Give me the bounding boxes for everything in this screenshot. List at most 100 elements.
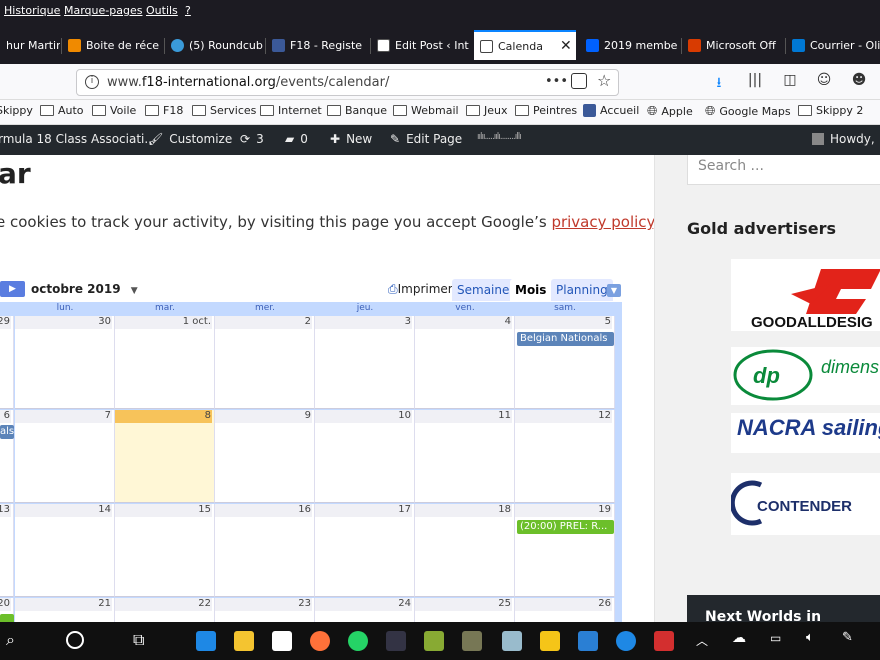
- calendar-day-cell[interactable]: 14: [15, 504, 115, 597]
- month-label[interactable]: octobre 2019 ▼: [31, 282, 138, 296]
- tab-2[interactable]: (5) Roundcub: [165, 30, 265, 60]
- volume-icon[interactable]: 🔈︎: [806, 630, 814, 645]
- event-prel-cont[interactable]: [0, 614, 14, 622]
- event-belgian-nationals[interactable]: Belgian Nationals: [517, 332, 614, 346]
- bookmark-skippy-2[interactable]: Skippy 2: [798, 104, 863, 117]
- search-icon[interactable]: ⌕: [6, 630, 15, 650]
- calendar-day-cell[interactable]: 3: [315, 316, 415, 409]
- calendar-day-cell[interactable]: 16: [215, 504, 315, 597]
- calendar-day-cell[interactable]: 2: [215, 316, 315, 409]
- calendar-day-cell[interactable]: 25: [415, 598, 515, 622]
- extension-icon[interactable]: ☻: [850, 72, 868, 88]
- app-icon-5[interactable]: [540, 631, 560, 651]
- menu-outils[interactable]: Outils: [146, 4, 178, 17]
- event-prel[interactable]: (20:00) PREL: R...: [517, 520, 614, 534]
- app-icon-3[interactable]: [462, 631, 482, 651]
- tab-6[interactable]: 2019 membe: [580, 30, 680, 60]
- tab-3[interactable]: F18 - Registe: [266, 30, 370, 60]
- bookmark-auto[interactable]: Auto: [40, 104, 84, 117]
- bookmark-star-icon[interactable]: ☆: [597, 71, 611, 90]
- bookmark-internet[interactable]: Internet: [260, 104, 322, 117]
- task-view-icon[interactable]: ⧉: [133, 630, 144, 650]
- wp-updates[interactable]: ⟳ 3: [240, 132, 264, 146]
- bookmark-peintres[interactable]: Peintres: [515, 104, 577, 117]
- calendar-day-cell[interactable]: 6: [0, 410, 14, 503]
- wp-site-name[interactable]: rmula 18 Class Associati...: [0, 132, 156, 146]
- wp-edit-page[interactable]: ✎ Edit Page: [390, 132, 462, 146]
- tab-planning[interactable]: Planning: [551, 279, 613, 301]
- next-worlds-widget[interactable]: Next Worlds in Formia: [687, 595, 880, 622]
- account-icon[interactable]: ☺: [815, 72, 833, 88]
- tray-chevron-icon[interactable]: ︿: [696, 632, 708, 649]
- tab-0[interactable]: hur Martin: [0, 30, 60, 60]
- cortana-icon[interactable]: [66, 631, 84, 649]
- calendar-day-cell[interactable]: 23: [215, 598, 315, 622]
- pen-icon[interactable]: ✎: [842, 630, 853, 645]
- menu-help[interactable]: ?: [185, 4, 191, 17]
- wp-comments[interactable]: ▰ 0: [285, 132, 308, 146]
- app-icon-7[interactable]: [616, 631, 636, 651]
- whatsapp-icon[interactable]: [348, 631, 368, 651]
- download-icon[interactable]: ⭳: [710, 72, 728, 96]
- acrobat-icon[interactable]: [654, 631, 674, 651]
- calendar-day-cell[interactable]: 24: [315, 598, 415, 622]
- next-month-button[interactable]: ▶: [0, 281, 25, 297]
- library-icon[interactable]: |||: [746, 72, 764, 88]
- app-icon-2[interactable]: [424, 631, 444, 651]
- app-icon-4[interactable]: [502, 631, 522, 651]
- url-bar[interactable]: i www.f18-international.org/events/calen…: [76, 69, 619, 96]
- ad-goodall[interactable]: GOODALLDESIG: [731, 259, 880, 331]
- info-icon[interactable]: i: [85, 75, 99, 89]
- calendar-day-cell[interactable]: 18: [415, 504, 515, 597]
- edge-icon[interactable]: [196, 631, 216, 651]
- calendar-day-cell[interactable]: 10: [315, 410, 415, 503]
- bookmark-services[interactable]: Services: [192, 104, 256, 117]
- wp-customize[interactable]: 🖌︎ Customize: [148, 132, 232, 146]
- calendar-day-cell[interactable]: 22: [115, 598, 215, 622]
- wp-new[interactable]: ✚ New: [330, 132, 372, 146]
- mail-icon[interactable]: [272, 631, 292, 651]
- sidebar-icon[interactable]: ◫: [781, 72, 799, 88]
- close-tab-icon[interactable]: ✕: [560, 38, 572, 54]
- menu-historique[interactable]: Historique: [4, 4, 60, 17]
- page-actions-icon[interactable]: •••: [545, 74, 568, 89]
- calendar-day-cell[interactable]: 21: [15, 598, 115, 622]
- view-menu-chevron-icon[interactable]: ▼: [607, 284, 621, 297]
- bookmark-banque[interactable]: Banque: [327, 104, 387, 117]
- ad-contender[interactable]: CONTENDER: [729, 473, 880, 535]
- calendar-day-cell[interactable]: 29: [0, 316, 14, 409]
- calendar-day-cell[interactable]: 4: [415, 316, 515, 409]
- calendar-day-cell[interactable]: 1 oct.: [115, 316, 215, 409]
- pocket-icon[interactable]: [571, 73, 587, 89]
- calendar-day-cell[interactable]: 15: [115, 504, 215, 597]
- calendar-day-cell[interactable]: 9: [215, 410, 315, 503]
- event-belgian-nationals-cont[interactable]: als: [0, 425, 14, 439]
- tab-4[interactable]: Edit Post ‹ Int: [371, 30, 473, 60]
- calendar-day-cell[interactable]: 5: [515, 316, 615, 409]
- app-icon-1[interactable]: [386, 631, 406, 651]
- calendar-day-cell[interactable]: 26: [515, 598, 615, 622]
- tab-7[interactable]: Microsoft Off: [682, 30, 784, 60]
- ad-dimension-polyant[interactable]: dp dimens polyant: [731, 347, 880, 405]
- calendar-day-cell[interactable]: 13: [0, 504, 14, 597]
- print-button[interactable]: ⎙Imprimer: [388, 282, 453, 297]
- calendar-day-cell[interactable]: 17: [315, 504, 415, 597]
- cloud-icon[interactable]: ☁: [732, 630, 746, 646]
- tab-semaine[interactable]: Semaine: [452, 279, 515, 301]
- bookmark-accueil[interactable]: Accueil: [583, 104, 639, 117]
- tab-8[interactable]: Courrier - Oli: [786, 30, 880, 60]
- bookmark-apple[interactable]: 🌐︎ Apple: [647, 104, 693, 119]
- bookmark-voile[interactable]: Voile: [92, 104, 136, 117]
- menu-marque-pages[interactable]: Marque-pages: [64, 4, 142, 17]
- ad-nacra[interactable]: NACRA sailing: [731, 413, 880, 453]
- calendar-day-cell[interactable]: 8: [115, 410, 215, 503]
- calendar-day-cell[interactable]: 30: [15, 316, 115, 409]
- calendar-day-cell[interactable]: 19: [515, 504, 615, 597]
- battery-icon[interactable]: ▭: [770, 631, 781, 645]
- tab-1[interactable]: Boite de réce: [62, 30, 164, 60]
- wp-stats-sparkline[interactable]: ıılıı.....ıılı........ıllı: [477, 132, 522, 142]
- bookmark-webmail[interactable]: Webmail: [393, 104, 459, 117]
- calendar-day-cell[interactable]: 7: [15, 410, 115, 503]
- calendar-day-cell[interactable]: 11: [415, 410, 515, 503]
- bookmark-skippy[interactable]: Skippy: [0, 104, 33, 117]
